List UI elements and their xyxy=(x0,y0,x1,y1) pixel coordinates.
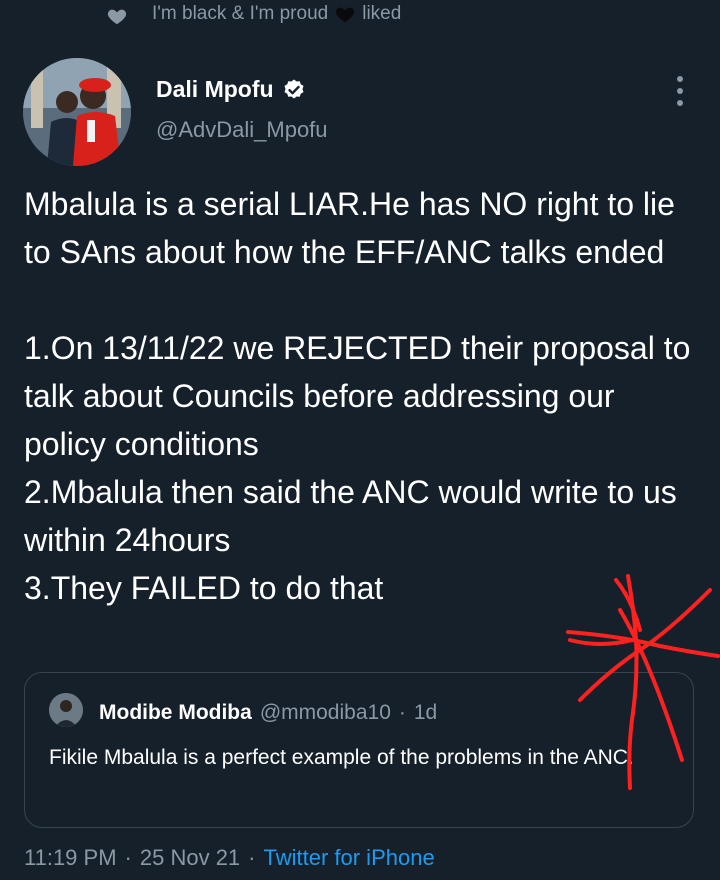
author-avatar[interactable] xyxy=(23,58,131,166)
timestamp-separator: · xyxy=(124,845,132,870)
author-name[interactable]: Dali Mpofu xyxy=(156,76,274,103)
quoted-author-avatar-image xyxy=(49,693,83,727)
more-dot xyxy=(677,88,683,94)
tweet-point-1: 1.On 13/11/22 we REJECTED their proposal… xyxy=(24,330,691,462)
heart-icon xyxy=(107,9,127,25)
tweet-point-2: 2.Mbalula then said the ANC would write … xyxy=(24,474,677,558)
tweet-text: Mbalula is a serial LIAR.He has NO right… xyxy=(24,180,704,612)
black-heart-emoji-icon xyxy=(336,7,355,23)
author-name-row[interactable]: Dali Mpofu xyxy=(156,76,306,103)
quoted-author-handle: @mmodiba10 xyxy=(259,701,391,724)
quoted-tweet-header: Modibe Modiba @mmodiba10 · 1d xyxy=(99,701,437,725)
social-context: I'm black & I'm proud liked xyxy=(107,3,402,25)
tweet-paragraph-1: Mbalula is a serial LIAR.He has NO right… xyxy=(24,186,675,270)
tweet-date: 25 Nov 21 xyxy=(139,845,241,870)
tweet-timestamp-row: 11:19 PM · 25 Nov 21 · Twitter for iPhon… xyxy=(24,845,435,871)
author-handle[interactable]: @AdvDali_Mpofu xyxy=(156,117,328,143)
quoted-separator: · xyxy=(398,701,406,724)
author-avatar-image xyxy=(23,58,131,166)
more-options-icon[interactable] xyxy=(670,76,690,106)
timestamp-separator: · xyxy=(248,845,256,870)
social-context-action: liked xyxy=(362,3,402,24)
more-dot xyxy=(677,100,683,106)
tweet-source-link[interactable]: Twitter for iPhone xyxy=(264,845,435,871)
quoted-time: 1d xyxy=(413,701,438,724)
tweet-point-3: 3.They FAILED to do that xyxy=(24,570,384,606)
quoted-author-name: Modibe Modiba xyxy=(99,701,252,724)
quoted-tweet-text: Fikile Mbalula is a perfect example of t… xyxy=(49,746,634,769)
quoted-author-avatar xyxy=(49,693,83,727)
tweet-time: 11:19 PM xyxy=(24,845,117,870)
quoted-tweet-card[interactable]: Modibe Modiba @mmodiba10 · 1d Fikile Mba… xyxy=(24,672,694,828)
verified-badge-icon xyxy=(284,79,304,98)
liker-name-link[interactable]: I'm black & I'm proud xyxy=(152,3,328,25)
tweet-detail-screen: I'm black & I'm proud liked Dali Mpofu @… xyxy=(0,0,720,880)
more-dot xyxy=(677,76,683,82)
